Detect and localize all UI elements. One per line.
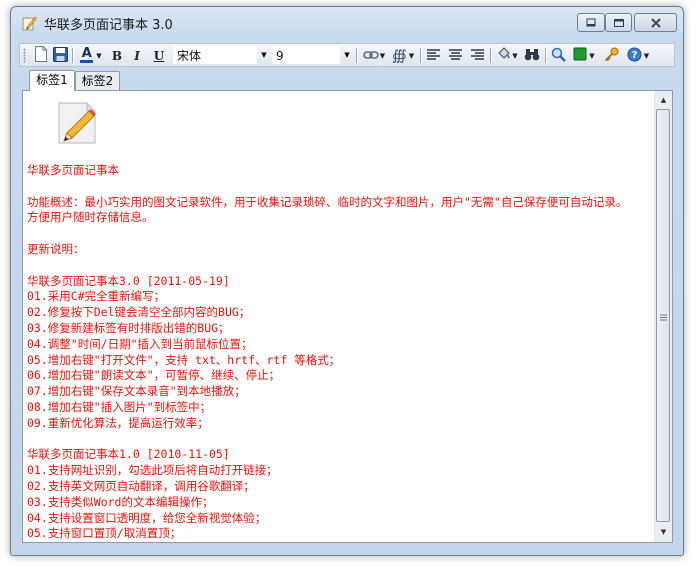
chevron-down-icon: ▼ (643, 51, 650, 60)
text-line: 02.支持英文网页自动翻译，调用谷歌翻译； (27, 478, 255, 493)
close-icon (650, 13, 662, 32)
tab-2[interactable]: 标签2 (75, 71, 120, 90)
text-line: 08.增加右键"插入图片"到标签中； (27, 399, 212, 414)
chevron-down-icon: ▼ (379, 51, 386, 60)
notepad-pencil-icon (21, 15, 37, 31)
editor-text: 华联多页面记事本 功能概述：最小巧实用的图文记录软件，用于收集记录琐碎、临时的文… (27, 163, 627, 542)
new-document-icon (34, 46, 48, 65)
text-line: 09.重新优化算法，提高运行效率； (27, 415, 209, 430)
maximize-icon (613, 13, 625, 32)
text-line: 03.修复新建标签有时排版出错的BUG； (27, 320, 230, 335)
svg-text:?: ? (631, 50, 637, 61)
font-name-dropdown-button[interactable]: ▼ (258, 46, 270, 64)
text-line (27, 258, 627, 274)
toolbar-separator (420, 48, 422, 63)
font-color-icon: A (80, 46, 94, 63)
text-line: 02.修复按下Del键会清空全部内容的BUG； (27, 305, 251, 320)
inserted-notepad-image (53, 99, 101, 147)
chevron-down-icon: ▼ (261, 51, 267, 59)
scroll-up-button[interactable]: ▲ (655, 91, 672, 108)
minimize-button[interactable] (577, 13, 605, 32)
background-color-button[interactable]: ▼ (570, 46, 598, 65)
align-right-icon (470, 48, 484, 63)
font-color-button[interactable]: A ▼ (78, 46, 104, 65)
underline-button[interactable]: U (150, 46, 168, 65)
tab-1[interactable]: 标签1 (29, 70, 75, 91)
app-window: 华联多页面记事本 3.0 A ▼ B I U 宋体 ▼ 9 ▼ ▼ ∰ ▼ ▼ … (10, 6, 684, 556)
font-size-dropdown-button[interactable]: ▼ (341, 46, 353, 64)
window-title: 华联多页面记事本 3.0 (44, 18, 173, 33)
close-button[interactable] (634, 13, 677, 32)
save-button[interactable] (51, 46, 69, 65)
key-icon (604, 47, 619, 65)
grip-lines-icon (659, 306, 667, 325)
text-line: 03.支持类似Word的文本编辑操作； (27, 494, 214, 509)
chevron-up-icon: ▲ (660, 95, 667, 104)
minimize-icon (585, 13, 597, 32)
text-line (27, 226, 627, 242)
title-bar[interactable]: 华联多页面记事本 3.0 (11, 7, 683, 37)
rich-text-editor[interactable]: 华联多页面记事本 功能概述：最小巧实用的图文记录软件，用于收集记录琐碎、临时的文… (22, 90, 673, 543)
toolbar-separator (356, 48, 358, 63)
new-document-button[interactable] (32, 46, 50, 65)
text-line: 华联多页面记事本1.0 [2010-11-05] (27, 447, 230, 462)
help-icon: ? (627, 47, 642, 65)
symbol-icon: ∰ (391, 47, 407, 64)
italic-button[interactable]: I (128, 46, 146, 65)
paint-bucket-icon (496, 47, 511, 64)
scroll-down-button[interactable]: ▼ (655, 523, 672, 540)
align-center-button[interactable] (446, 46, 464, 65)
scrollbar-thumb[interactable] (656, 109, 670, 522)
chevron-down-icon: ▼ (589, 51, 595, 60)
chevron-down-icon: ▼ (408, 51, 415, 60)
align-left-button[interactable] (424, 46, 442, 65)
chevron-down-icon: ▼ (660, 527, 667, 536)
toolbar-grip[interactable] (23, 48, 26, 63)
help-button[interactable]: ? ▼ (624, 46, 652, 65)
chevron-down-icon: ▼ (512, 51, 518, 60)
vertical-scrollbar[interactable]: ▲ ▼ (654, 91, 672, 542)
text-line: 01.支持网址识别，勾选此项后将自动打开链接； (27, 463, 278, 478)
text-line: 华联多页面记事本 (27, 163, 119, 177)
maximize-button[interactable] (605, 13, 632, 32)
toolbar-separator (545, 48, 547, 63)
chevron-down-icon: ▼ (344, 51, 350, 59)
chevron-down-icon: ▼ (96, 51, 102, 60)
align-center-icon (448, 48, 462, 63)
text-line: 更新说明： (27, 241, 85, 256)
green-square-icon (573, 47, 587, 64)
zoom-button[interactable] (549, 46, 567, 65)
settings-button[interactable] (602, 46, 620, 65)
find-button[interactable] (523, 46, 541, 65)
fill-color-button[interactable]: ▼ (494, 46, 520, 65)
font-name-combo[interactable]: 宋体 (173, 46, 257, 64)
align-left-icon (426, 48, 440, 63)
magnifier-icon (551, 47, 566, 65)
text-line: 04.调整"时间/日期"插入到当前鼠标位置； (27, 336, 253, 351)
bold-button[interactable]: B (108, 46, 126, 65)
save-disk-icon (52, 46, 68, 65)
text-line: 04.支持设置窗口透明度，给您全新视觉体验； (27, 510, 267, 525)
symbol-button[interactable]: ∰ ▼ (390, 46, 416, 65)
font-size-combo[interactable]: 9 (272, 46, 340, 64)
toolbar-separator (490, 48, 492, 63)
align-right-button[interactable] (468, 46, 486, 65)
text-line (27, 432, 627, 448)
text-line: 功能概述：最小巧实用的图文记录软件，用于收集记录琐碎、临时的文字和图片，用户"无… (27, 194, 628, 209)
toolbar-separator (72, 48, 74, 63)
link-icon (362, 49, 379, 63)
text-line: 06.增加右键"朗读文本"，可暂停、继续、停止； (27, 368, 281, 383)
text-line: 华联多页面记事本3.0 [2011-05-19] (27, 273, 230, 288)
text-line: 05.支持窗口置顶/取消置顶； (27, 526, 182, 541)
text-line: 07.增加右键"保存文本录音"到本地播放； (27, 384, 246, 399)
insert-link-button[interactable]: ▼ (361, 46, 387, 65)
binoculars-icon (524, 48, 540, 64)
format-toolbar: A ▼ B I U 宋体 ▼ 9 ▼ ▼ ∰ ▼ ▼ ▼ ? ▼ (19, 43, 675, 67)
text-line: 05.增加右键"打开文件"，支持 txt、hrtf、rtf 等格式； (27, 352, 341, 367)
text-line (27, 179, 627, 195)
editor-content[interactable]: 华联多页面记事本 功能概述：最小巧实用的图文记录软件，用于收集记录琐碎、临时的文… (27, 91, 652, 542)
text-line: 01.采用C#完全重新编写； (27, 289, 166, 304)
text-line: 方便用户随时存储信息。 (27, 210, 154, 225)
